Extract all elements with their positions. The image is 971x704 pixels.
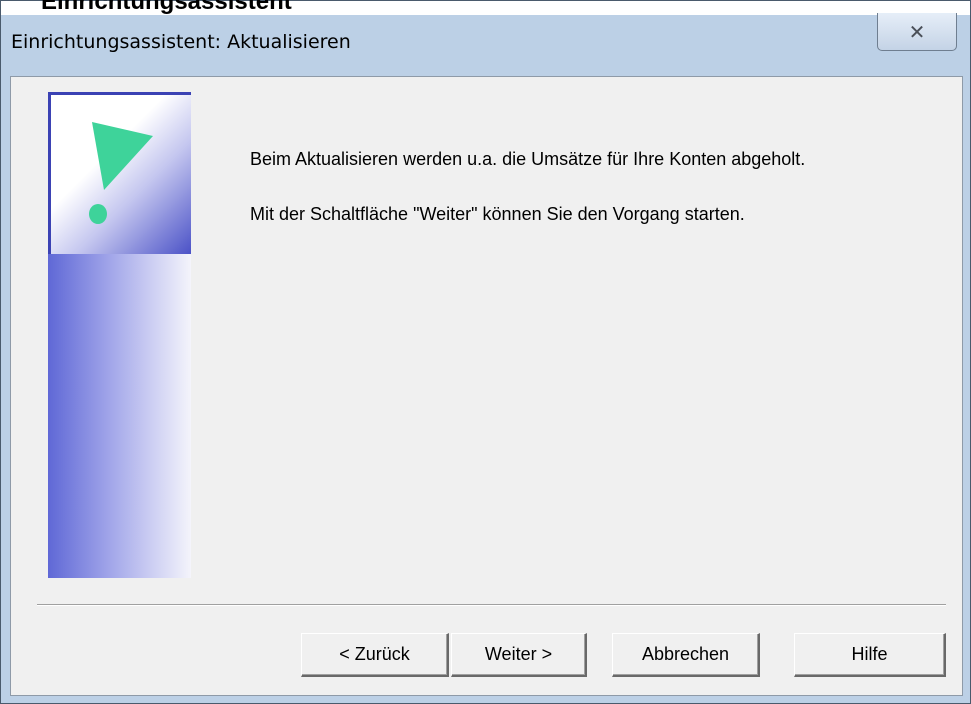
clipped-heading: Einrichtungsassistent bbox=[41, 0, 292, 15]
wizard-sidebar-graphic bbox=[48, 92, 191, 578]
help-button[interactable]: Hilfe bbox=[794, 633, 946, 677]
back-button[interactable]: < Zurück bbox=[301, 633, 449, 677]
info-text-1: Beim Aktualisieren werden u.a. die Umsät… bbox=[250, 149, 806, 169]
clipped-heading-strip: Einrichtungsassistent bbox=[1, 0, 970, 15]
info-text-2: Mit der Schaltfläche "Weiter" können Sie… bbox=[250, 204, 745, 224]
title-bar: Einrichtungsassistent Einrichtungsassist… bbox=[1, 0, 970, 76]
close-button[interactable]: ✕ bbox=[877, 13, 957, 51]
button-separator bbox=[37, 604, 946, 606]
close-icon: ✕ bbox=[908, 19, 926, 44]
exclamation-icon bbox=[89, 122, 153, 224]
sidebar-gradient bbox=[48, 254, 191, 578]
cancel-button[interactable]: Abbrechen bbox=[612, 633, 760, 677]
next-button[interactable]: Weiter > bbox=[451, 633, 587, 677]
dialog-body: Beim Aktualisieren werden u.a. die Umsät… bbox=[10, 76, 963, 696]
window-title: Einrichtungsassistent: Aktualisieren bbox=[11, 31, 351, 53]
wizard-window: Einrichtungsassistent Einrichtungsassist… bbox=[0, 0, 971, 704]
